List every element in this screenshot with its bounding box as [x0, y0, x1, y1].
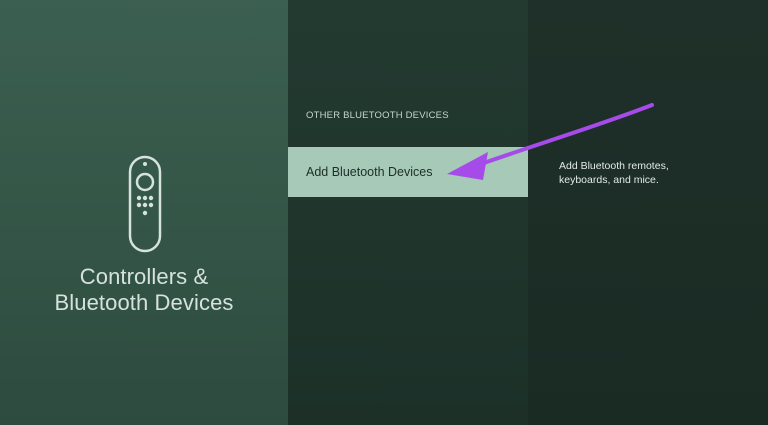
category-title: Controllers & Bluetooth Devices: [0, 264, 288, 316]
remote-control-icon: [128, 155, 162, 253]
description-line2: keyboards, and mice.: [559, 174, 659, 186]
item-description: Add Bluetooth remotes, keyboards, and mi…: [559, 159, 739, 187]
menu-item-label: Add Bluetooth Devices: [306, 165, 433, 179]
category-panel: Controllers & Bluetooth Devices: [0, 0, 288, 425]
add-bluetooth-devices-item[interactable]: Add Bluetooth Devices: [288, 147, 528, 197]
description-panel: [528, 0, 768, 425]
fire-tv-settings-screen: Controllers & Bluetooth Devices OTHER BL…: [0, 0, 768, 425]
description-line1: Add Bluetooth remotes,: [559, 160, 669, 172]
section-header: OTHER BLUETOOTH DEVICES: [306, 110, 449, 121]
category-title-line2: Bluetooth Devices: [54, 290, 234, 315]
options-panel: [288, 0, 528, 425]
category-title-line1: Controllers &: [79, 264, 209, 289]
